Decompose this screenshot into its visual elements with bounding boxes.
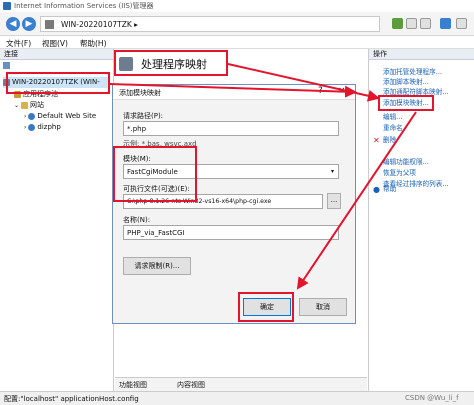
watermark: CSDN @Wu_li_f [405,394,459,402]
annotation-arrows [109,63,417,290]
arrow-action-to-ok [296,111,417,290]
arrow-title-to-action [227,63,380,102]
status-bar: 配置:"localhost" applicationHost.config CS… [0,391,474,405]
status-text: 配置:"localhost" applicationHost.config [4,395,139,403]
